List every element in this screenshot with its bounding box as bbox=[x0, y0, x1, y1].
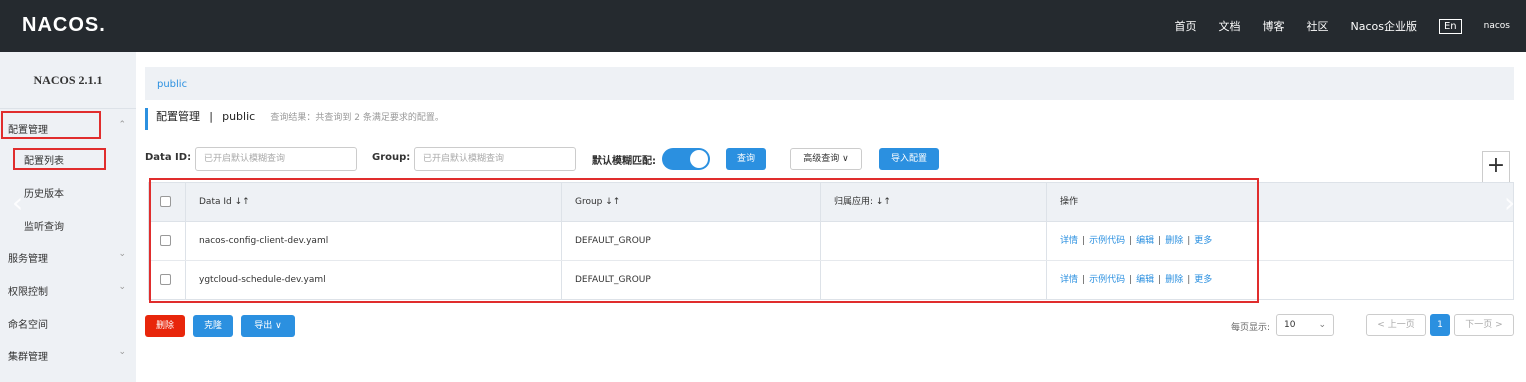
chevron-down-icon: ⌄ bbox=[118, 282, 126, 292]
data-id-label: Data ID: bbox=[145, 152, 192, 163]
title-divider: | bbox=[209, 110, 213, 123]
sidebar-item-label: 监听查询 bbox=[24, 222, 64, 233]
nav-community[interactable]: 社区 bbox=[1306, 18, 1328, 34]
advanced-query-button[interactable]: 高级查询 ∨ bbox=[790, 148, 862, 170]
group-input[interactable] bbox=[414, 147, 576, 171]
top-nav-bar: NACOS. 首页 文档 博客 社区 Nacos企业版 En nacos bbox=[0, 0, 1526, 52]
current-page[interactable]: 1 bbox=[1430, 314, 1450, 336]
group-label: Group: bbox=[372, 152, 411, 163]
title-namespace: public bbox=[222, 110, 256, 123]
import-config-button[interactable]: 导入配置 bbox=[879, 148, 939, 170]
highlight-box-config-list bbox=[13, 148, 106, 170]
query-button[interactable]: 查询 bbox=[726, 148, 766, 170]
sidebar-item-label: 集群管理 bbox=[8, 352, 48, 363]
title-main: 配置管理 bbox=[156, 110, 200, 123]
nacos-logo[interactable]: NACOS. bbox=[22, 14, 106, 37]
nav-docs[interactable]: 文档 bbox=[1218, 18, 1240, 34]
sidebar-item-service-management[interactable]: 服务管理 ⌄ bbox=[0, 241, 136, 271]
nav-enterprise[interactable]: Nacos企业版 bbox=[1350, 18, 1416, 34]
nav-home[interactable]: 首页 bbox=[1174, 18, 1196, 34]
version-label: NACOS 2.1.1 bbox=[0, 52, 136, 109]
highlight-box-config-management bbox=[1, 111, 101, 139]
toggle-knob bbox=[690, 150, 708, 168]
chevron-left-icon[interactable]: ‹ bbox=[12, 186, 23, 219]
chevron-down-icon: ⌄ bbox=[118, 347, 126, 357]
language-toggle[interactable]: En bbox=[1438, 18, 1462, 34]
per-page-value: 10 bbox=[1284, 320, 1296, 330]
sidebar-item-label: 服务管理 bbox=[8, 254, 48, 265]
sidebar-item-access-control[interactable]: 权限控制 ⌄ bbox=[0, 274, 136, 304]
user-name[interactable]: nacos bbox=[1484, 21, 1510, 31]
next-page-button[interactable]: 下一页 > bbox=[1454, 314, 1514, 336]
sidebar-item-namespace[interactable]: 命名空间 bbox=[0, 307, 136, 337]
top-nav-links: 首页 文档 博客 社区 Nacos企业版 En nacos bbox=[1152, 0, 1510, 52]
page-title: 配置管理 | public 查询结果：共查询到 2 条满足要求的配置。 bbox=[145, 108, 444, 130]
breadcrumb: public bbox=[145, 67, 1514, 100]
sidebar-item-label: 权限控制 bbox=[8, 287, 48, 298]
sidebar-item-label: 历史版本 bbox=[24, 189, 64, 200]
chevron-right-icon[interactable]: › bbox=[1504, 186, 1515, 219]
fuzzy-match-toggle[interactable] bbox=[662, 148, 710, 170]
bulk-delete-button[interactable]: 删除 bbox=[145, 315, 185, 337]
namespace-link[interactable]: public bbox=[157, 79, 187, 90]
prev-page-button[interactable]: < 上一页 bbox=[1366, 314, 1426, 336]
chevron-down-icon: ⌄ bbox=[118, 249, 126, 259]
sidebar-item-cluster-management[interactable]: 集群管理 ⌄ bbox=[0, 339, 136, 369]
chevron-up-icon: ⌃ bbox=[118, 120, 126, 130]
nav-blog[interactable]: 博客 bbox=[1262, 18, 1284, 34]
clone-button[interactable]: 克隆 bbox=[193, 315, 233, 337]
highlight-box-table bbox=[149, 178, 1259, 303]
chevron-down-icon: ⌄ bbox=[1318, 320, 1326, 330]
per-page-select[interactable]: 10 ⌄ bbox=[1276, 314, 1334, 336]
export-button[interactable]: 导出 ∨ bbox=[241, 315, 295, 337]
per-page-label: 每页显示: bbox=[1231, 323, 1271, 333]
sidebar-item-label: 命名空间 bbox=[8, 320, 48, 331]
add-config-button[interactable]: + bbox=[1482, 151, 1510, 183]
data-id-input[interactable] bbox=[195, 147, 357, 171]
fuzzy-match-label: 默认模糊匹配: bbox=[592, 156, 656, 167]
query-result-note: 查询结果：共查询到 2 条满足要求的配置。 bbox=[270, 113, 444, 123]
